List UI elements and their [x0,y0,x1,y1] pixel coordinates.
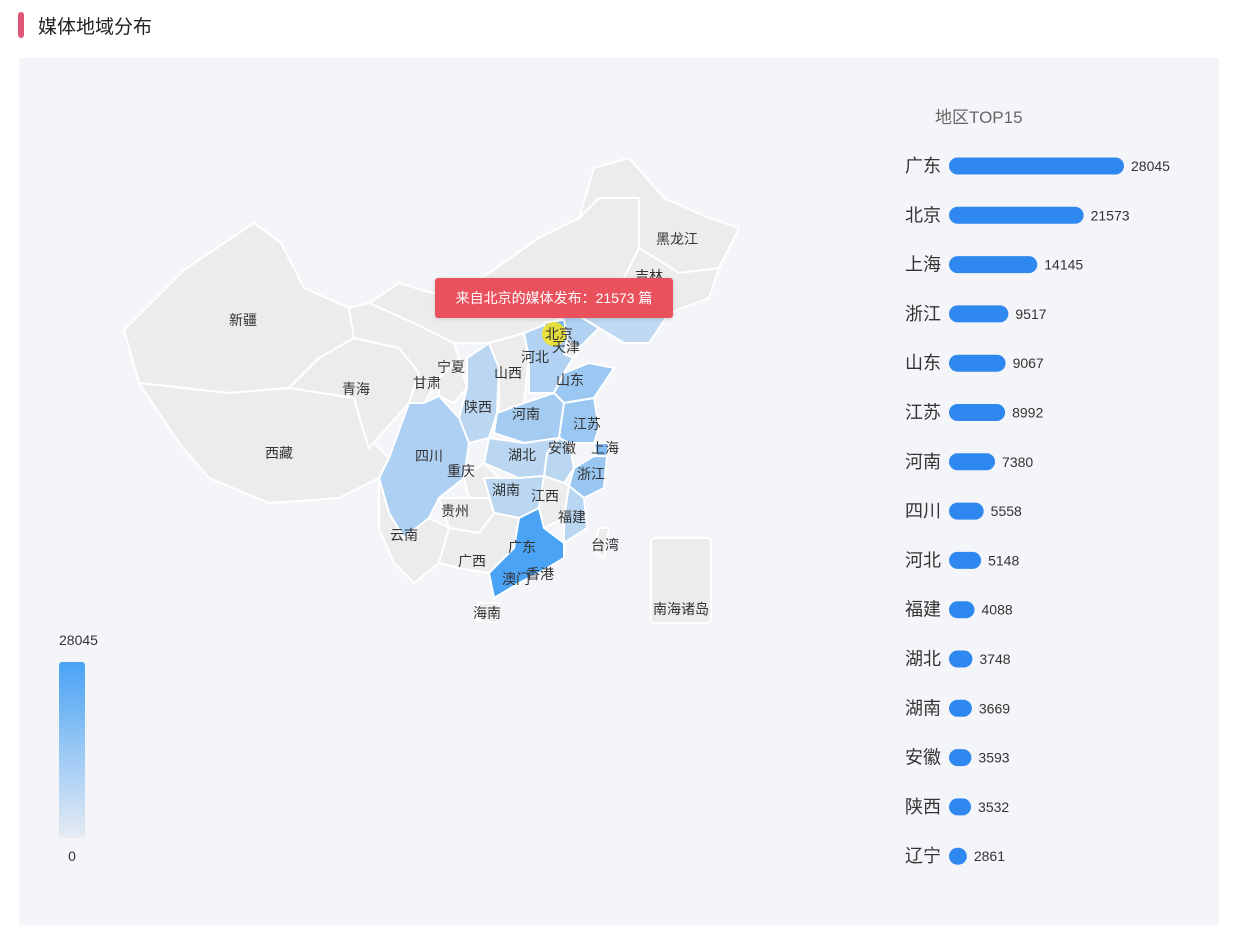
rank-label: 湖南 [905,698,941,718]
rank-bar [949,157,1124,175]
rank-bar [949,206,1084,224]
ranking-bar-chart: 广东 28045 北京 21573 上海 14145 浙江 9517 山东 9067 江苏 8992 河… [905,156,1170,866]
rank-label: 辽宁 [905,846,941,866]
rank-label: 上海 [905,255,941,275]
rank-bar [949,551,982,569]
rank-label: 四川 [905,501,941,521]
rank-label: 河南 [905,452,941,472]
rank-label: 河北 [905,550,941,570]
section-accent-bar [18,12,24,38]
rank-bar [949,601,975,619]
rank-label: 浙江 [905,304,941,324]
rank-bar [949,502,984,520]
rank-value: 9517 [1015,306,1046,322]
rank-value: 21573 [1091,207,1130,223]
rank-bar [949,749,972,767]
rank-label: 山东 [905,353,941,373]
rank-value: 7380 [1002,454,1033,470]
section-header: 媒体地域分布 [18,10,152,40]
rank-value: 3669 [979,700,1010,716]
rank-label: 广东 [905,156,941,176]
rank-bar [949,354,1006,372]
chart-panel: 黑龙江吉林辽宁内蒙古北京天津河北山西山东宁夏甘肃青海新疆西藏陕西河南江苏上海安徽… [19,58,1219,925]
rank-value: 3748 [979,651,1010,667]
rank-value: 9067 [1013,355,1044,371]
rank-label: 安徽 [905,748,941,768]
section-title: 媒体地域分布 [38,16,153,38]
rank-bar [949,847,967,865]
rank-label: 北京 [905,205,941,225]
rank-value: 14145 [1044,257,1083,273]
rank-bar [949,650,973,668]
rank-label: 江苏 [905,403,941,423]
rank-bar [949,798,972,816]
rank-value: 5558 [991,503,1022,519]
rank-label: 陕西 [905,797,941,817]
rank-value: 5148 [988,552,1019,568]
rank-value: 28045 [1131,158,1170,174]
rank-value: 2861 [974,848,1005,864]
rank-value: 8992 [1012,405,1043,421]
rank-label: 湖北 [905,649,941,669]
rank-bar [949,256,1038,274]
rank-bar [949,699,972,717]
rank-label: 福建 [905,600,941,620]
rank-value: 3593 [978,750,1009,766]
rank-value: 3532 [978,799,1009,815]
rank-bar [949,453,996,471]
rank-bar [949,404,1006,421]
rank-bar [949,305,1009,323]
rank-value: 4088 [982,602,1013,618]
